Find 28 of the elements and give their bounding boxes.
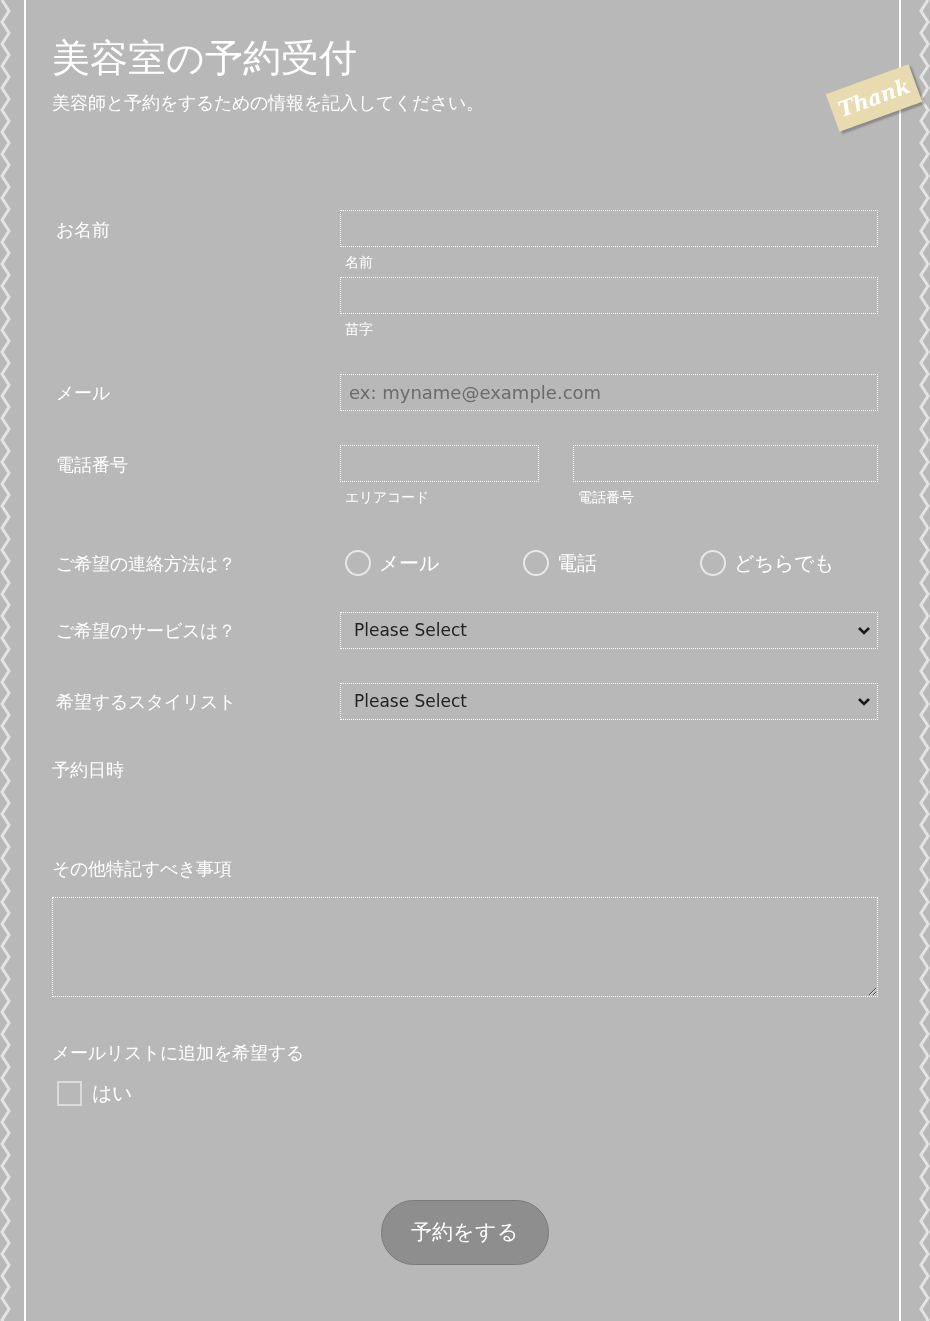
radio-button[interactable] (700, 550, 727, 576)
input-sublabel: 苗字 (344, 320, 374, 339)
radio-label: メール (379, 550, 439, 577)
field-label: メールリストに追加を希望する (52, 1041, 305, 1065)
radio-button[interactable] (522, 550, 549, 576)
field-label: お名前 (55, 218, 111, 242)
radio-button[interactable] (345, 550, 371, 576)
field-label: 希望するスタイリスト (55, 690, 237, 714)
radio-label: どちらでも (734, 550, 835, 577)
email-input[interactable]: ex: myname@example.com (340, 374, 878, 411)
field-label: メール (55, 381, 111, 405)
field-label: 電話番号 (55, 453, 129, 477)
input-sublabel: 電話番号 (577, 488, 635, 507)
chevron-down-icon (857, 625, 871, 636)
form-title: 美容室の予約受付 (52, 35, 358, 82)
chevron-down-icon (857, 696, 871, 707)
input-sublabel: 名前 (344, 253, 374, 272)
field-label: ご希望の連絡方法は？ (55, 551, 237, 576)
select-dropdown[interactable]: Please Select (340, 683, 878, 720)
radio-label: 電話 (556, 550, 597, 577)
select-dropdown[interactable]: Please Select (340, 612, 878, 649)
input-sublabel: エリアコード (344, 488, 430, 507)
field-label: その他特記すべき事項 (52, 857, 233, 881)
checkbox[interactable] (57, 1080, 82, 1106)
field-label: ご希望のサービスは？ (55, 619, 237, 643)
field-label: 予約日時 (52, 758, 125, 782)
checkbox-label: はい (92, 1080, 132, 1107)
form-subtitle: 美容師と予約をするための情報を記入してください。 (52, 91, 484, 115)
